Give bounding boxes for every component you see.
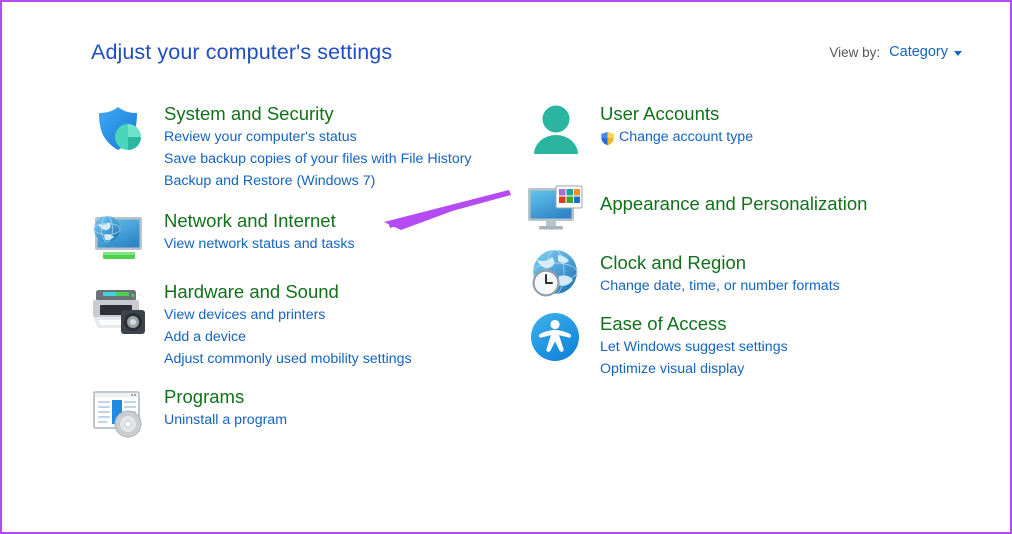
monitor-tiles-icon-svg [528, 185, 583, 230]
user-person-icon-svg [534, 105, 578, 154]
page-title: Adjust your computer's settings [91, 40, 393, 64]
chevron-down-icon[interactable] [954, 50, 962, 56]
category-title[interactable]: Ease of Access [600, 313, 788, 334]
category-text-block: System and Security Review your computer… [150, 102, 472, 192]
category-link[interactable]: Change date, time, or number formats [600, 276, 840, 298]
globe-clock-icon [526, 247, 586, 303]
category-link[interactable]: Change account type [600, 127, 753, 149]
control-panel-window: Adjust your computer's settings View by:… [0, 0, 1012, 534]
view-by-value[interactable]: Category [889, 44, 948, 60]
category-link[interactable]: View network status and tasks [164, 234, 355, 256]
network-globe-monitor-icon-svg [93, 215, 142, 259]
category-link[interactable]: Let Windows suggest settings [600, 337, 788, 359]
shield-security-icon [90, 102, 150, 158]
category-title[interactable]: Network and Internet [164, 210, 355, 231]
user-person-icon [526, 102, 586, 158]
printer-speaker-icon [90, 280, 150, 336]
category-link-label: Change account type [619, 129, 754, 146]
category-link[interactable]: Uninstall a program [164, 410, 287, 432]
category-text-block: Hardware and Sound View devices and prin… [150, 280, 412, 370]
view-by-control: View by: Category [829, 44, 962, 60]
category-link[interactable]: View devices and printers [164, 305, 412, 327]
category-title[interactable]: Clock and Region [600, 252, 840, 273]
category-link[interactable]: Save backup copies of your files with Fi… [164, 149, 472, 171]
category-link[interactable]: Review your computer's status [164, 127, 472, 149]
category-text-block: Clock and Region Change date, time, or n… [586, 247, 840, 298]
uac-shield-icon [601, 131, 614, 145]
category-title[interactable]: Hardware and Sound [164, 281, 412, 302]
category-system-and-security[interactable]: System and Security Review your computer… [90, 102, 472, 192]
category-title[interactable]: User Accounts [600, 103, 753, 124]
network-globe-monitor-icon [90, 209, 150, 265]
monitor-tiles-icon [526, 180, 586, 236]
category-title[interactable]: Programs [164, 386, 287, 407]
category-ease-of-access[interactable]: Ease of Access Let Windows suggest setti… [526, 312, 788, 381]
category-text-block: User Accounts Change account type [586, 102, 753, 149]
category-text-block: Appearance and Personalization [586, 180, 867, 217]
globe-clock-icon-svg [532, 249, 578, 297]
category-text-block: Ease of Access Let Windows suggest setti… [586, 312, 788, 381]
program-window-disc-icon [90, 385, 150, 441]
category-text-block: Network and Internet View network status… [150, 209, 355, 256]
category-link[interactable]: Adjust commonly used mobility settings [164, 349, 412, 371]
category-programs[interactable]: Programs Uninstall a program [90, 385, 287, 441]
category-clock-and-region[interactable]: Clock and Region Change date, time, or n… [526, 247, 840, 303]
category-network-and-internet[interactable]: Network and Internet View network status… [90, 209, 355, 265]
category-appearance-and-personalization[interactable]: Appearance and Personalization [526, 180, 867, 236]
category-link[interactable]: Add a device [164, 327, 412, 349]
accessibility-icon [526, 312, 586, 368]
category-link[interactable]: Backup and Restore (Windows 7) [164, 171, 472, 193]
printer-speaker-icon-svg [93, 290, 145, 334]
category-user-accounts[interactable]: User Accounts Change account type [526, 102, 753, 158]
shield-security-icon-svg [99, 107, 141, 150]
view-by-label: View by: [829, 44, 881, 60]
category-title[interactable]: Appearance and Personalization [600, 193, 867, 214]
category-hardware-and-sound[interactable]: Hardware and Sound View devices and prin… [90, 280, 412, 370]
category-text-block: Programs Uninstall a program [150, 385, 287, 432]
program-window-disc-icon-svg [93, 391, 142, 438]
category-title[interactable]: System and Security [164, 103, 472, 124]
category-link[interactable]: Optimize visual display [600, 359, 788, 381]
accessibility-icon-svg [531, 313, 579, 361]
